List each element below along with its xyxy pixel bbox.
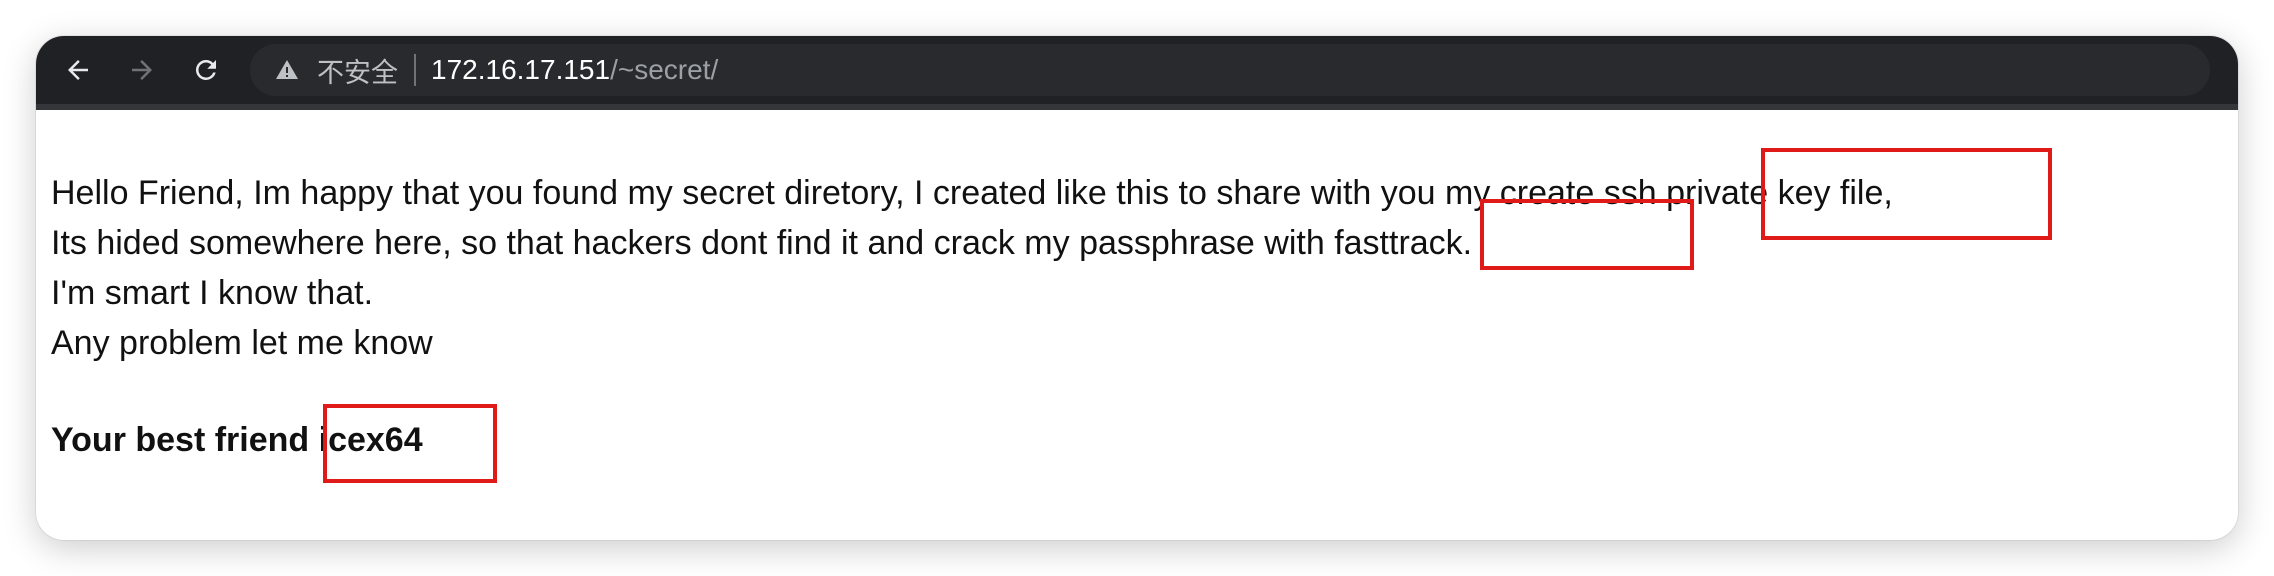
security-status-label[interactable]: 不安全 [317,51,398,90]
reload-button[interactable] [186,50,226,90]
back-arrow-icon [68,60,88,80]
message-line-2: Its hided somewhere here, so that hacker… [51,224,1473,262]
back-button[interactable] [58,50,98,90]
address-divider [414,54,416,86]
browser-toolbar: 不安全 172.16.17.151/~secret/ [36,36,2238,110]
message-line-3: I'm smart I know that. [51,274,374,312]
warning-triangle-icon[interactable] [275,58,299,82]
signature: Your best friend icex64 [51,421,423,459]
forward-arrow-icon [132,60,152,80]
forward-button[interactable] [122,50,162,90]
reload-icon [195,59,216,80]
message-line-1: Hello Friend, Im happy that you found my… [51,174,1893,212]
address-bar[interactable]: 不安全 172.16.17.151/~secret/ [250,44,2210,96]
browser-window: 不安全 172.16.17.151/~secret/ Hello Friend,… [36,36,2238,540]
page-content: Hello Friend, Im happy that you found my… [51,168,2201,465]
message-line-4: Any problem let me know [51,324,433,362]
url-host[interactable]: 172.16.17.151 [431,54,610,86]
url-path[interactable]: /~secret/ [610,54,718,86]
